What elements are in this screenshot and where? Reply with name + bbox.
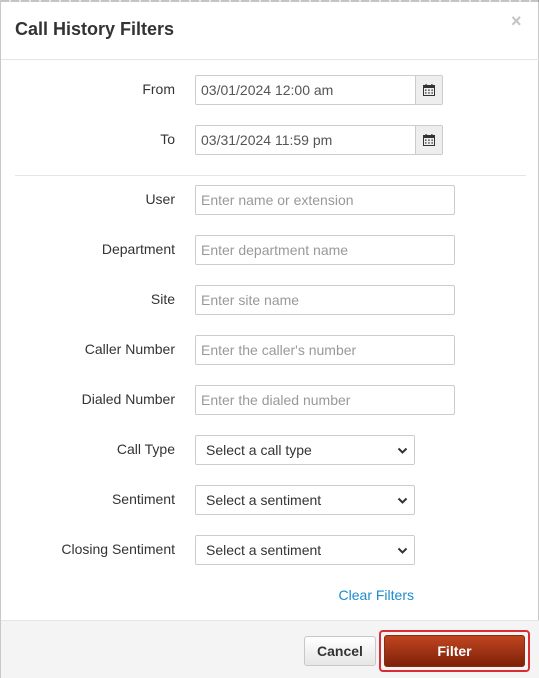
closing-sentiment-select[interactable]: Select a sentiment — [195, 535, 415, 565]
clear-filters-link[interactable]: Clear Filters — [339, 587, 414, 603]
user-row: User — [1, 185, 539, 215]
department-row: Department — [1, 235, 539, 265]
filter-button-highlight: Filter — [379, 630, 530, 672]
department-input[interactable] — [195, 235, 455, 265]
from-row: From — [1, 75, 539, 105]
dialed-number-label: Dialed Number — [81, 391, 175, 407]
sentiment-label: Sentiment — [111, 491, 175, 507]
chevron-down-icon — [397, 547, 408, 554]
sentiment-row: Sentiment Select a sentiment — [1, 485, 539, 515]
from-calendar-button[interactable] — [415, 75, 443, 105]
from-date-input[interactable] — [195, 75, 416, 105]
department-label: Department — [101, 241, 175, 257]
call-history-filters-dialog: Call History Filters × From To — [0, 0, 539, 678]
chevron-down-icon — [397, 447, 408, 454]
dialed-number-input[interactable] — [195, 385, 455, 415]
closing-sentiment-selected-value: Select a sentiment — [206, 542, 322, 558]
dialog-header: Call History Filters × — [1, 0, 539, 60]
cancel-button[interactable]: Cancel — [304, 636, 376, 666]
sentiment-select[interactable]: Select a sentiment — [195, 485, 415, 515]
call-type-selected-value: Select a call type — [206, 442, 312, 458]
call-type-label: Call Type — [116, 441, 175, 457]
site-label: Site — [150, 291, 175, 307]
call-type-select[interactable]: Select a call type — [195, 435, 415, 465]
dialed-number-row: Dialed Number — [1, 385, 539, 415]
from-label: From — [142, 81, 175, 97]
dialog-title: Call History Filters — [15, 19, 175, 39]
calendar-icon — [423, 84, 435, 96]
user-label: User — [145, 191, 175, 207]
caller-number-row: Caller Number — [1, 335, 539, 365]
site-row: Site — [1, 285, 539, 315]
site-input[interactable] — [195, 285, 455, 315]
section-divider — [15, 175, 526, 176]
close-icon[interactable]: × — [511, 11, 522, 31]
to-label: To — [160, 131, 175, 147]
closing-sentiment-row: Closing Sentiment Select a sentiment — [1, 535, 539, 565]
filter-button[interactable]: Filter — [384, 635, 525, 667]
user-input[interactable] — [195, 185, 455, 215]
sentiment-selected-value: Select a sentiment — [206, 492, 322, 508]
call-type-row: Call Type Select a call type — [1, 435, 539, 465]
caller-number-input[interactable] — [195, 335, 455, 365]
closing-sentiment-label: Closing Sentiment — [61, 541, 175, 557]
to-date-input[interactable] — [195, 125, 416, 155]
calendar-icon — [423, 134, 435, 146]
to-row: To — [1, 125, 539, 155]
chevron-down-icon — [397, 497, 408, 504]
dialog-footer: Cancel Filter — [1, 620, 539, 678]
to-calendar-button[interactable] — [415, 125, 443, 155]
caller-number-label: Caller Number — [84, 341, 175, 357]
